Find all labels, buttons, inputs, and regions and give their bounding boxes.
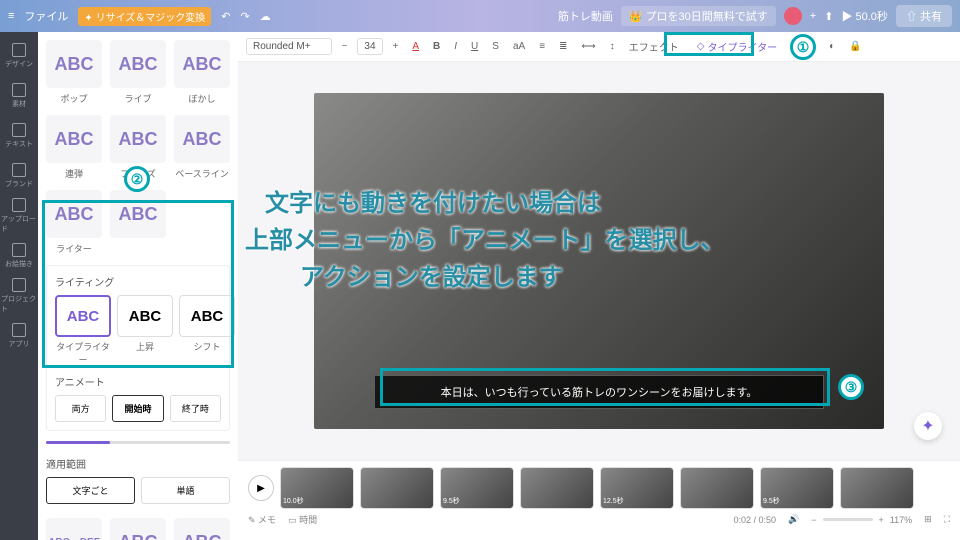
callout-2: ② xyxy=(124,166,150,192)
callout-3: ③ xyxy=(838,374,864,400)
clip-7[interactable]: 9.5秒 xyxy=(760,467,834,509)
add-icon[interactable]: + xyxy=(810,10,816,22)
clip-8[interactable] xyxy=(840,467,914,509)
font-size[interactable]: 34 xyxy=(357,38,382,55)
bstyle-1[interactable]: ABC→DEF xyxy=(46,518,102,540)
bstyle-3[interactable]: ABC xyxy=(174,518,230,540)
style-baseline[interactable]: ABCベースライン xyxy=(174,115,230,180)
zoom-value: 117% xyxy=(890,515,912,525)
style-rendan[interactable]: ABC連弾 xyxy=(46,115,102,180)
vertical-icon[interactable]: ↕ xyxy=(606,39,619,54)
clip-3[interactable]: 9.5秒 xyxy=(440,467,514,509)
analytics-icon[interactable]: ⬆ xyxy=(824,10,833,23)
hamburger-icon[interactable]: ≡ xyxy=(8,10,14,22)
zoom-slider[interactable] xyxy=(823,518,873,521)
rail-apps[interactable]: アプリ xyxy=(1,317,37,355)
range-per-word[interactable]: 単語 xyxy=(141,477,230,504)
rail-brand[interactable]: ブランド xyxy=(1,157,37,195)
cloud-sync-icon: ☁ xyxy=(260,10,271,23)
timeline-play[interactable]: ▶ xyxy=(248,475,274,501)
writing-rise[interactable]: ABC上昇 xyxy=(117,295,173,366)
animate-title: アニメート xyxy=(55,374,221,389)
bstyle-2[interactable]: ABC xyxy=(110,518,166,540)
clip-2[interactable] xyxy=(360,467,434,509)
undo-icon[interactable]: ↶ xyxy=(221,10,230,23)
speed-slider[interactable] xyxy=(46,441,230,444)
transparency-icon[interactable]: ◐ xyxy=(825,39,839,54)
memo-tab[interactable]: ✎ メモ xyxy=(248,513,276,526)
clip-6[interactable] xyxy=(680,467,754,509)
writing-shift[interactable]: ABCシフト xyxy=(179,295,235,366)
grid-view-icon[interactable]: ⊞ xyxy=(924,514,932,525)
clip-5[interactable]: 12.5秒 xyxy=(600,467,674,509)
redo-icon[interactable]: ↷ xyxy=(241,10,250,23)
resize-magic-button[interactable]: ✦ リサイズ＆マジック変換 xyxy=(78,7,211,26)
animation-sidebar: ABCポップ ABCライブ ABCぼかし ABC連弾 ABCフリーズ ABCベー… xyxy=(38,32,238,540)
animate-start[interactable]: 開始時 xyxy=(112,395,163,422)
clip-1[interactable]: 10.0秒 xyxy=(280,467,354,509)
time-position: 0:02 / 0:50 xyxy=(733,515,776,525)
volume-icon[interactable]: 🔊 xyxy=(788,514,799,525)
project-name[interactable]: 筋トレ動画 xyxy=(558,8,613,24)
fullscreen-icon[interactable]: ⛶ xyxy=(944,514,950,525)
case-icon[interactable]: aA xyxy=(509,39,529,54)
align-icon[interactable]: ≡ xyxy=(535,39,549,54)
writing-title: ライティング xyxy=(55,274,221,289)
writing-panel: ライティング ABCタイプライター ABC上昇 ABCシフト アニメート 両方 … xyxy=(46,265,230,431)
list-icon[interactable]: ≣ xyxy=(555,39,571,54)
timeline: ▶ 10.0秒 9.5秒 12.5秒 9.5秒 ✎ メモ ▭ 時間 0:02 /… xyxy=(238,460,960,540)
underline-icon[interactable]: U xyxy=(467,39,482,54)
lock-icon[interactable]: 🔒 xyxy=(845,39,865,54)
top-bar: ≡ ファイル ✦ リサイズ＆マジック変換 ↶ ↷ ☁ 筋トレ動画 👑 プロを30… xyxy=(0,0,960,32)
callout-1: ① xyxy=(790,34,816,60)
style-pop[interactable]: ABCポップ xyxy=(46,40,102,105)
rail-design[interactable]: デザイン xyxy=(1,37,37,75)
rail-text[interactable]: テキスト xyxy=(1,117,37,155)
ai-assist-button[interactable]: ✦ xyxy=(914,412,942,440)
zoom-in-icon[interactable]: + xyxy=(879,515,884,525)
animate-both[interactable]: 両方 xyxy=(55,395,106,422)
italic-icon[interactable]: I xyxy=(450,39,461,54)
left-rail: デザイン 素材 テキスト ブランド アップロード お絵描き プロジェクト アプリ xyxy=(0,32,38,540)
rail-elements[interactable]: 素材 xyxy=(1,77,37,115)
range-title: 適用範囲 xyxy=(46,456,230,471)
size-plus[interactable]: + xyxy=(389,39,403,54)
subtitle-text[interactable]: 本日は、いつも行っている筋トレのワンシーンをお届けします。 xyxy=(374,375,824,409)
writing-typewriter[interactable]: ABCタイプライター xyxy=(55,295,111,366)
play-duration[interactable]: ▶ 50.0秒 xyxy=(841,8,887,24)
zoom-out-icon[interactable]: − xyxy=(811,515,816,525)
text-toolbar: Rounded M+ − 34 + A B I U S aA ≡ ≣ ⟷ ↕ エ… xyxy=(238,32,960,62)
clip-4[interactable] xyxy=(520,467,594,509)
style-x2[interactable]: ABC xyxy=(110,190,166,255)
rail-draw[interactable]: お絵描き xyxy=(1,237,37,275)
animate-end[interactable]: 終了時 xyxy=(170,395,221,422)
text-color[interactable]: A xyxy=(408,39,423,54)
spacing-icon[interactable]: ⟷ xyxy=(577,39,599,54)
bold-icon[interactable]: B xyxy=(429,39,444,54)
avatar[interactable] xyxy=(784,7,802,25)
style-live[interactable]: ABCライブ xyxy=(110,40,166,105)
style-blur[interactable]: ABCぼかし xyxy=(174,40,230,105)
typewriter-button[interactable]: ◇ タイプライター xyxy=(689,37,785,56)
range-per-char[interactable]: 文字ごと xyxy=(46,477,135,504)
file-menu[interactable]: ファイル xyxy=(24,8,68,24)
rail-project[interactable]: プロジェクト xyxy=(1,277,37,315)
strike-icon[interactable]: S xyxy=(488,39,503,54)
share-button[interactable]: ⇧ 共有 xyxy=(896,5,952,27)
rail-upload[interactable]: アップロード xyxy=(1,197,37,235)
style-writer[interactable]: ABCライター xyxy=(46,190,102,255)
effect-button[interactable]: エフェクト xyxy=(625,37,683,56)
size-minus[interactable]: − xyxy=(338,39,352,54)
font-select[interactable]: Rounded M+ xyxy=(246,38,332,55)
pro-trial-button[interactable]: 👑 プロを30日間無料で試す xyxy=(621,6,776,26)
time-tab[interactable]: ▭ 時間 xyxy=(288,513,317,526)
instruction-overlay: 文字にも動きを付けたい場合は 上部メニューから「アニメート」を選択し、 アクショ… xyxy=(245,185,725,297)
